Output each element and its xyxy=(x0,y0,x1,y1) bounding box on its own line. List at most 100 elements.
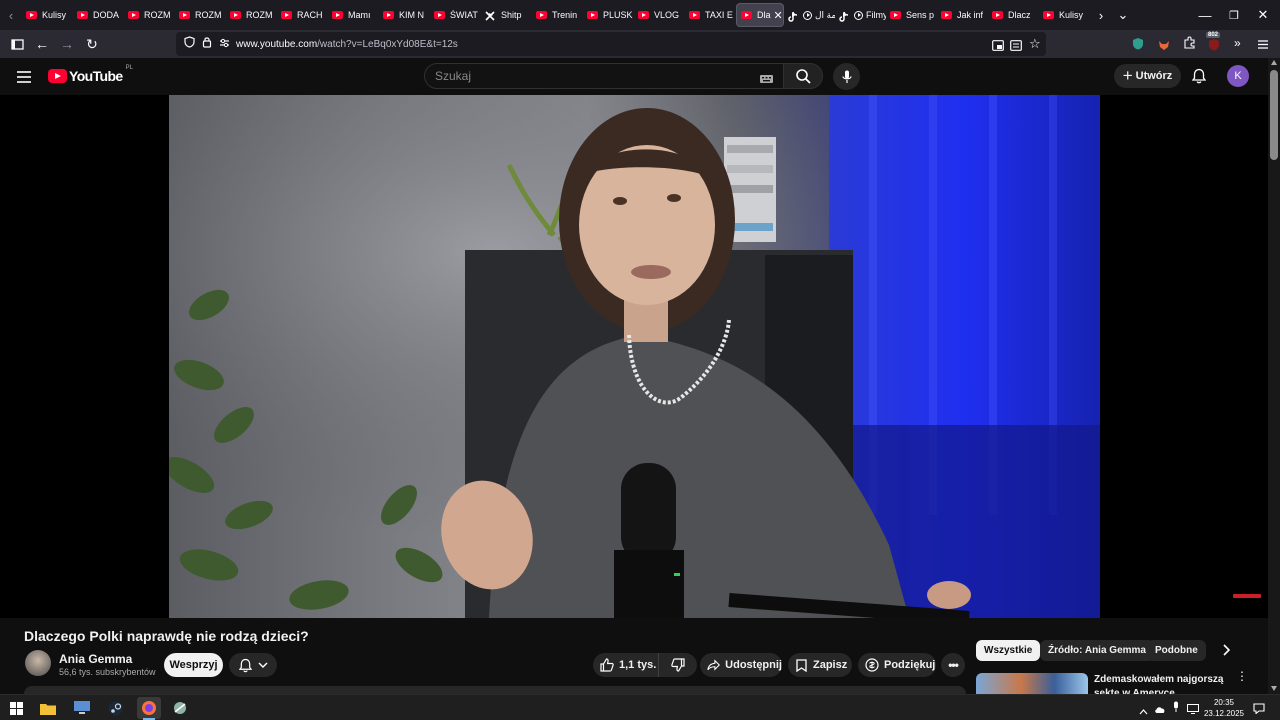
extension-badge: 802 xyxy=(1206,32,1221,38)
tab-scroll-right-button[interactable]: › xyxy=(1090,0,1112,30)
minimize-button[interactable]: — xyxy=(1190,0,1220,30)
browser-tab[interactable]: DODA xyxy=(73,3,124,27)
control-panel-icon[interactable] xyxy=(72,698,92,718)
youtube-icon xyxy=(536,11,547,19)
extension-fox-icon[interactable] xyxy=(1158,38,1170,56)
account-avatar[interactable]: K xyxy=(1227,65,1249,87)
url-bar[interactable]: www.youtube.com/watch?v=LeBq0xYd08E&t=12… xyxy=(176,32,1046,56)
like-button[interactable]: 1,1 tys. xyxy=(593,653,659,677)
tab-label: Dlacz xyxy=(1008,10,1031,20)
search-input[interactable]: Szukaj xyxy=(424,63,784,89)
overflow-menu-icon[interactable]: » xyxy=(1234,36,1241,50)
browser-tab[interactable]: KIM N xyxy=(379,3,430,27)
more-actions-button[interactable]: ••• xyxy=(941,653,965,677)
app-menu-icon[interactable] xyxy=(1257,37,1269,55)
tab-label: Kulisy xyxy=(1059,10,1084,20)
youtube-icon xyxy=(587,11,598,19)
video-player[interactable] xyxy=(0,95,1268,618)
browser-tab[interactable]: Sens p xyxy=(886,3,937,27)
back-button[interactable]: ← xyxy=(30,32,54,56)
share-button[interactable]: Udostępnij xyxy=(700,653,782,677)
vpn-shield-icon[interactable] xyxy=(1132,37,1144,55)
guide-menu-icon[interactable] xyxy=(17,70,31,88)
forward-button[interactable]: → xyxy=(55,32,79,56)
notifications-bell-icon[interactable] xyxy=(1191,68,1207,89)
browser-tab[interactable]: ROZM xyxy=(226,3,277,27)
browser-tab[interactable]: PLUSK xyxy=(583,3,634,27)
tray-cloud-icon[interactable] xyxy=(1154,701,1166,719)
youtube-logo[interactable]: YouTube PL xyxy=(48,65,133,84)
search-button[interactable] xyxy=(783,63,823,89)
channel-avatar[interactable] xyxy=(25,650,51,676)
related-video-thumbnail[interactable] xyxy=(976,673,1088,694)
page-scrollbar[interactable] xyxy=(1268,58,1280,694)
steam-icon[interactable] xyxy=(105,698,125,718)
browser-tab[interactable]: Jak inf xyxy=(937,3,988,27)
tab-list: Kulisy DODA ROZM ROZM ROZM RACH Mamı KIM N ŚWIAT… xyxy=(22,3,1090,27)
voice-search-button[interactable] xyxy=(833,63,860,90)
related-video-menu-icon[interactable]: ⋮ xyxy=(1236,670,1248,682)
url-path: /watch?v=LeBq0xYd08E&t=12s xyxy=(317,38,458,50)
firefox-icon[interactable] xyxy=(137,697,161,719)
picture-in-picture-icon[interactable] xyxy=(992,38,1004,56)
thanks-button[interactable]: Podziękuj xyxy=(858,653,936,677)
tray-microphone-icon[interactable] xyxy=(1172,700,1180,718)
shield-icon[interactable] xyxy=(184,35,195,53)
extensions-puzzle-icon[interactable] xyxy=(1183,36,1196,54)
chips-next-arrow-icon[interactable] xyxy=(1222,643,1231,661)
browser-tab[interactable]: لقمة ال xyxy=(784,3,835,27)
browser-tab[interactable]: VLOG xyxy=(634,3,685,27)
url-text[interactable]: www.youtube.com/watch?v=LeBq0xYd08E&t=12… xyxy=(236,39,458,50)
save-button[interactable]: Zapisz xyxy=(788,653,852,677)
close-tab-icon[interactable]: ✕ xyxy=(774,9,783,22)
restore-button[interactable]: ❐ xyxy=(1219,0,1249,30)
subscribe-watermark-icon[interactable] xyxy=(1233,594,1261,598)
lock-icon[interactable] xyxy=(202,35,212,53)
list-all-tabs-button[interactable]: ⌄ xyxy=(1112,0,1134,30)
channel-name[interactable]: Ania Gemma xyxy=(59,652,132,666)
permissions-icon[interactable] xyxy=(219,35,230,53)
tray-chevron-up-icon[interactable] xyxy=(1139,702,1148,720)
browser-tab[interactable]: Trenin xyxy=(532,3,583,27)
tab-scroll-left-button[interactable]: ‹ xyxy=(0,0,22,30)
scroll-up-arrow[interactable] xyxy=(1271,60,1277,65)
browser-tab[interactable]: ROZM xyxy=(175,3,226,27)
bookmark-star-icon[interactable]: ☆ xyxy=(1029,36,1041,52)
close-window-button[interactable]: ✕ xyxy=(1248,0,1278,30)
file-explorer-icon[interactable] xyxy=(38,698,58,718)
app-icon[interactable] xyxy=(170,698,190,718)
browser-tab[interactable]: RACH xyxy=(277,3,328,27)
notification-center-icon[interactable] xyxy=(1253,701,1265,719)
dislike-button[interactable] xyxy=(659,653,697,677)
chip-similar[interactable]: Podobne xyxy=(1147,640,1206,661)
chip-source[interactable]: Źródło: Ania Gemma xyxy=(1040,640,1154,661)
browser-tab[interactable]: Dlacz xyxy=(988,3,1039,27)
tab-label: لقمة ال xyxy=(815,9,835,20)
browser-tab[interactable]: ŚWIAT xyxy=(430,3,481,27)
sidebar-toggle-icon[interactable] xyxy=(5,32,29,56)
video-frame[interactable] xyxy=(169,95,1100,618)
browser-tab[interactable]: Mamı xyxy=(328,3,379,27)
support-button[interactable]: Wesprzyj xyxy=(164,653,223,677)
reload-button[interactable]: ↻ xyxy=(80,32,104,56)
related-video-title[interactable]: Zdemaskowałem najgorszą sektę w Ameryce xyxy=(1094,673,1224,695)
subscription-bell-button[interactable] xyxy=(229,653,277,677)
reader-view-icon[interactable] xyxy=(1010,38,1022,56)
browser-tab[interactable]: TAXI E xyxy=(685,3,736,27)
subscriber-count: 56,6 tys. subskrybentów xyxy=(59,667,156,677)
browser-tab[interactable]: Dla ✕ xyxy=(736,3,784,27)
keyboard-icon[interactable] xyxy=(760,72,773,86)
taskbar-clock[interactable]: 20:35 23.12.2025 xyxy=(1196,697,1252,719)
browser-tab[interactable]: Filmy xyxy=(835,3,886,27)
scrollbar-thumb[interactable] xyxy=(1270,70,1278,160)
ublock-extension-icon[interactable]: 802 xyxy=(1206,32,1222,51)
browser-tab[interactable]: Kulisy xyxy=(22,3,73,27)
browser-tab[interactable]: ROZM xyxy=(124,3,175,27)
browser-tab[interactable]: Kulisy xyxy=(1039,3,1090,27)
create-button[interactable]: + Utwórz xyxy=(1114,64,1181,88)
scroll-down-arrow[interactable] xyxy=(1271,686,1277,691)
browser-tab[interactable]: Shitp xyxy=(481,3,532,27)
windows-start-icon[interactable] xyxy=(6,698,26,718)
chip-all[interactable]: Wszystkie xyxy=(976,640,1041,661)
notification-bell-icon xyxy=(238,658,252,672)
